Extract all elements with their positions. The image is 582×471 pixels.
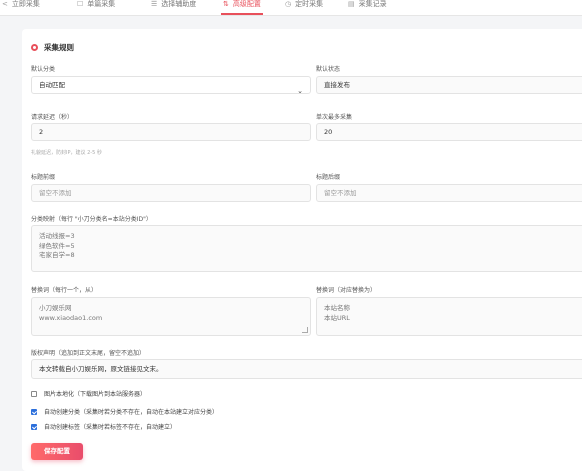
option-auto-category[interactable]: 自动创建分类（采集时若分类不存在，自动在本站建立对应分类） (31, 407, 218, 416)
category-select[interactable]: 自动匹配 ⌄ (31, 76, 311, 94)
edit-icon: ☐ (77, 0, 84, 8)
delay-label: 请求延迟（秒） (31, 114, 74, 121)
resize-handle-icon[interactable] (302, 327, 308, 333)
category-map-textarea[interactable]: 活动线报=3 绿色软件=5 宅家自学=8 (31, 225, 582, 272)
tab-scheduled-collect[interactable]: ◷ 定时采集 (285, 0, 323, 15)
checkbox[interactable] (31, 423, 37, 430)
title-prefix-label: 标题前缀 (31, 174, 56, 181)
checkbox[interactable] (31, 390, 37, 397)
tab-bar: < 立即采集 ☐ 单篇采集 ☰ 选择辅助度 ⇅ 高级配置 ◷ 定时采集 ▤ 采集记录 (0, 0, 582, 16)
tab-label: 立即采集 (11, 0, 40, 8)
clock-icon: ◷ (285, 0, 292, 8)
chevron-down-icon: ⌄ (297, 87, 303, 94)
title-prefix-input[interactable]: 留空不添加 (31, 184, 311, 202)
tab-single-collect[interactable]: ☐ 单篇采集 (77, 0, 115, 15)
replace-from-textarea[interactable]: 小刀娱乐网 www.xiaodao1.com (31, 297, 311, 336)
replace-to-label: 替换词（对应替换为） (316, 287, 377, 294)
delay-hint: 礼貌延迟，防封IP，建议 2-5 秒 (31, 150, 102, 156)
document-icon: ▤ (348, 0, 355, 8)
category-label: 默认分类 (31, 66, 56, 73)
copyright-label: 版权声明（追加到正文末尾，留空不追加） (31, 350, 146, 357)
copyright-input[interactable]: 本文转载自小刀娱乐网，原文链接见文末。 (31, 359, 582, 379)
checkbox[interactable] (31, 408, 37, 415)
replace-to-textarea[interactable]: 本站名称 本站URL (316, 297, 582, 336)
tab-select-assist[interactable]: ☰ 选择辅助度 (151, 0, 196, 15)
list-icon: ☰ (151, 0, 158, 8)
option-auto-tag[interactable]: 自动创建标签（采集时若标签不存在，自动建立） (31, 422, 176, 431)
max-per-run-label: 单次最多采集 (316, 114, 353, 121)
tab-collect-records[interactable]: ▤ 采集记录 (348, 0, 387, 15)
status-label: 默认状态 (316, 66, 341, 73)
rules-panel: 采集规则 默认分类 自动匹配 ⌄ 默认状态 直接发布 请求延迟（秒） 2 礼貌延… (22, 29, 582, 471)
tab-immediate-collect[interactable]: < 立即采集 (2, 0, 40, 15)
delay-input[interactable]: 2 (31, 123, 311, 141)
title-suffix-label: 标题后缀 (316, 174, 341, 181)
tab-label: 采集记录 (358, 0, 387, 8)
tab-label: 定时采集 (295, 0, 324, 8)
replace-from-label: 替换词（每行一个，从） (31, 287, 98, 294)
panel-title: 采集规则 (31, 42, 74, 53)
tab-label: 单篇采集 (87, 0, 116, 8)
title-suffix-input[interactable]: 留空不添加 (316, 184, 582, 202)
gear-icon (31, 44, 38, 51)
save-config-button[interactable]: 保存配置 (31, 443, 83, 460)
settings-icon: ⇅ (223, 0, 229, 8)
max-per-run-input[interactable]: 20 (316, 123, 582, 141)
option-image-localize[interactable]: 图片本地化（下载图片到本站服务器） (31, 389, 146, 398)
status-select[interactable]: 直接发布 (316, 76, 582, 94)
share-icon: < (2, 0, 8, 8)
tab-label: 选择辅助度 (161, 0, 197, 8)
tab-advanced-config[interactable]: ⇅ 高级配置 (221, 0, 263, 15)
tab-label: 高级配置 (232, 0, 261, 8)
category-map-label: 分类映射（每行 "小刀分类名=本站分类ID"） (31, 216, 152, 223)
